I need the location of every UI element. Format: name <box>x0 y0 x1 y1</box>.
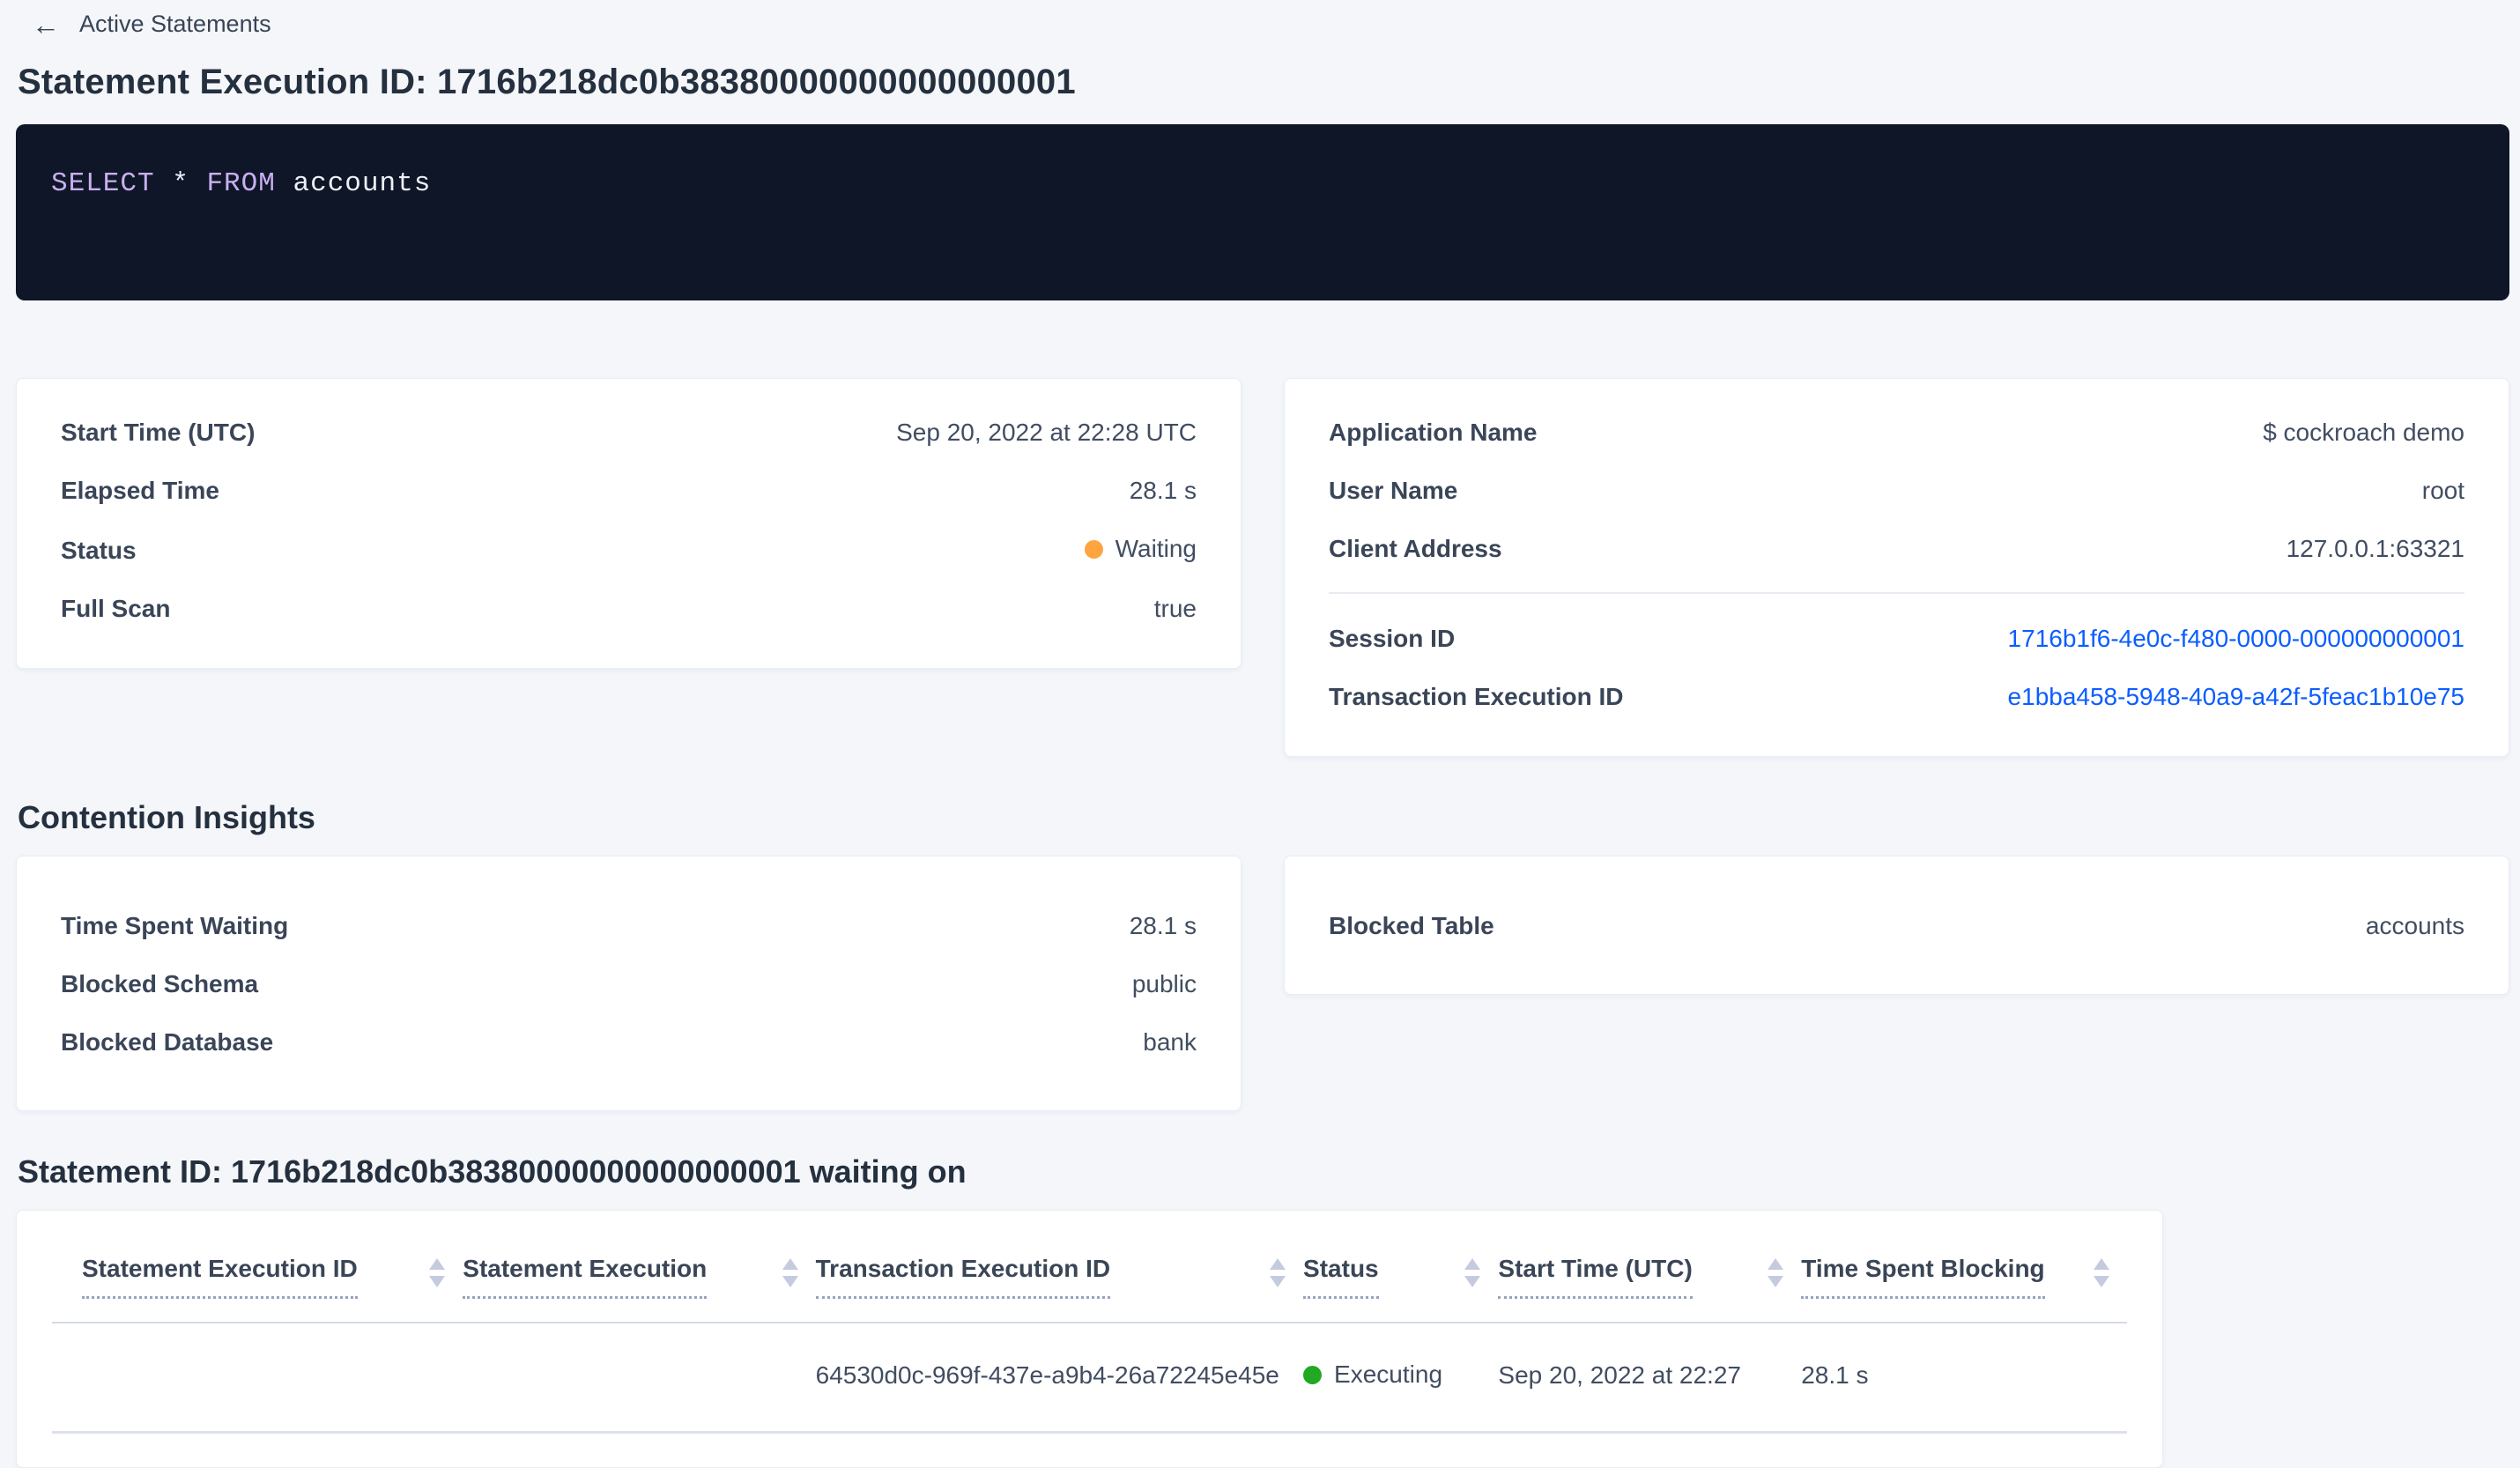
sort-arrows-icon <box>2094 1258 2109 1287</box>
full-scan-value: true <box>1153 594 1197 622</box>
details-cards-row: Start Time (UTC) Sep 20, 2022 at 22:28 U… <box>16 378 2509 757</box>
elapsed-time-label: Elapsed Time <box>61 477 220 504</box>
blocked-schema-label: Blocked Schema <box>61 970 259 997</box>
user-name-value: root <box>2421 477 2464 504</box>
arrow-left-icon: ← <box>32 8 60 41</box>
page-title: Statement Execution ID: 1716b218dc0b3838… <box>18 63 1076 101</box>
blocked-table-label: Blocked Table <box>1329 912 1494 939</box>
time-spent-waiting-value: 28.1 s <box>1129 912 1197 939</box>
session-details-card: Application Name $ cockroach demo User N… <box>1284 378 2509 757</box>
status-label: Status <box>61 536 137 564</box>
user-name-row: User Name root <box>1329 476 2464 506</box>
blocked-database-row: Blocked Database bank <box>61 1027 1197 1057</box>
statement-execution-details-page: ← Active Statements Statement Execution … <box>0 0 2520 1468</box>
column-header-start-time[interactable]: Start Time (UTC) <box>1498 1211 1801 1323</box>
sort-arrows-icon <box>1270 1258 1286 1287</box>
transaction-execution-id-row: Transaction Execution ID e1bba458-5948-4… <box>1329 682 2464 712</box>
column-header-transaction-execution-id[interactable]: Transaction Execution ID <box>815 1211 1303 1323</box>
cell-transaction-execution-id: 64530d0c-969f-437e-a9b4-26a72245e45e <box>815 1360 1279 1389</box>
sort-arrows-icon <box>1768 1258 1784 1287</box>
full-scan-label: Full Scan <box>61 594 171 622</box>
column-header-status[interactable]: Status <box>1303 1211 1498 1323</box>
application-name-row: Application Name $ cockroach demo <box>1329 418 2464 448</box>
card-divider <box>1329 592 2464 594</box>
sql-keyword: FROM <box>206 168 276 199</box>
application-name-label: Application Name <box>1329 419 1538 446</box>
cell-status-text: Executing <box>1334 1360 1443 1388</box>
elapsed-time-value: 28.1 s <box>1129 477 1197 504</box>
status-text: Waiting <box>1115 535 1197 562</box>
waiting-on-heading: Statement ID: 1716b218dc0b38380000000000… <box>18 1153 967 1190</box>
contention-insights-heading: Contention Insights <box>18 799 315 835</box>
session-id-row: Session ID 1716b1f6-4e0c-f480-0000-00000… <box>1329 624 2464 654</box>
column-header-label: Start Time (UTC) <box>1498 1255 1693 1299</box>
sort-arrows-icon <box>782 1258 798 1287</box>
start-time-row: Start Time (UTC) Sep 20, 2022 at 22:28 U… <box>61 418 1197 448</box>
waiting-on-table-card: Statement Execution ID Statement Executi… <box>16 1210 2163 1468</box>
column-header-label: Status <box>1303 1255 1379 1299</box>
column-header-label: Time Spent Blocking <box>1801 1255 2045 1299</box>
column-header-label: Statement Execution <box>463 1255 708 1299</box>
waiting-on-table: Statement Execution ID Statement Executi… <box>52 1211 2127 1434</box>
sql-keyword: SELECT <box>51 168 155 199</box>
full-scan-row: Full Scan true <box>61 594 1197 624</box>
application-name-value: $ cockroach demo <box>2263 419 2464 446</box>
start-time-label: Start Time (UTC) <box>61 419 256 446</box>
session-id-label: Session ID <box>1329 625 1456 652</box>
transaction-execution-id-link[interactable]: e1bba458-5948-40a9-a42f-5feac1b10e75 <box>2008 682 2464 712</box>
blocked-schema-row: Blocked Schema public <box>61 969 1197 999</box>
column-header-time-spent-blocking[interactable]: Time Spent Blocking <box>1801 1211 2127 1323</box>
sql-statement-box: SELECT * FROM accounts <box>16 124 2509 300</box>
back-link-label: Active Statements <box>79 11 271 37</box>
table-header-row: Statement Execution ID Statement Executi… <box>52 1211 2127 1323</box>
sort-arrows-icon <box>429 1258 446 1287</box>
session-id-link[interactable]: 1716b1f6-4e0c-f480-0000-000000000001 <box>2008 624 2464 654</box>
status-waiting-dot-icon <box>1084 539 1103 559</box>
transaction-execution-id-label: Transaction Execution ID <box>1329 683 1624 710</box>
column-header-label: Statement Execution ID <box>82 1255 358 1299</box>
sql-table-name: accounts <box>293 168 432 199</box>
time-spent-waiting-label: Time Spent Waiting <box>61 912 289 939</box>
status-value: Waiting <box>1084 534 1197 564</box>
blocked-table-card: Blocked Table accounts <box>1284 856 2509 995</box>
blocked-database-label: Blocked Database <box>61 1028 274 1056</box>
overview-card: Start Time (UTC) Sep 20, 2022 at 22:28 U… <box>16 378 1241 669</box>
column-header-statement-execution[interactable]: Statement Execution <box>463 1211 815 1323</box>
contention-cards-row: Time Spent Waiting 28.1 s Blocked Schema… <box>16 856 2509 1111</box>
contention-waiting-card: Time Spent Waiting 28.1 s Blocked Schema… <box>16 856 1241 1111</box>
cell-statement-execution <box>463 1323 815 1432</box>
cell-status: Executing <box>1303 1323 1498 1432</box>
client-address-value: 127.0.0.1:63321 <box>2286 535 2464 562</box>
table-row: 64530d0c-969f-437e-a9b4-26a72245e45e Exe… <box>52 1323 2127 1432</box>
blocked-database-value: bank <box>1143 1028 1197 1056</box>
blocked-table-value: accounts <box>2365 912 2464 939</box>
user-name-label: User Name <box>1329 477 1458 504</box>
status-executing-dot-icon <box>1303 1365 1323 1384</box>
time-spent-waiting-row: Time Spent Waiting 28.1 s <box>61 911 1197 941</box>
blocked-schema-value: public <box>1131 970 1197 997</box>
status-row: Status Waiting <box>61 534 1197 566</box>
blocked-table-row: Blocked Table accounts <box>1329 911 2464 941</box>
back-link[interactable]: ← Active Statements <box>16 7 273 41</box>
column-header-statement-execution-id[interactable]: Statement Execution ID <box>52 1211 463 1323</box>
client-address-row: Client Address 127.0.0.1:63321 <box>1329 534 2464 564</box>
sort-arrows-icon <box>1464 1258 1481 1287</box>
client-address-label: Client Address <box>1329 535 1502 562</box>
cell-start-time: Sep 20, 2022 at 22:27 <box>1498 1360 1741 1389</box>
elapsed-time-row: Elapsed Time 28.1 s <box>61 476 1197 506</box>
sql-star: * <box>172 168 189 199</box>
column-header-label: Transaction Execution ID <box>815 1255 1111 1299</box>
cell-statement-execution-id <box>52 1323 463 1432</box>
start-time-value: Sep 20, 2022 at 22:28 UTC <box>896 419 1197 446</box>
cell-time-spent-blocking: 28.1 s <box>1801 1360 1869 1389</box>
